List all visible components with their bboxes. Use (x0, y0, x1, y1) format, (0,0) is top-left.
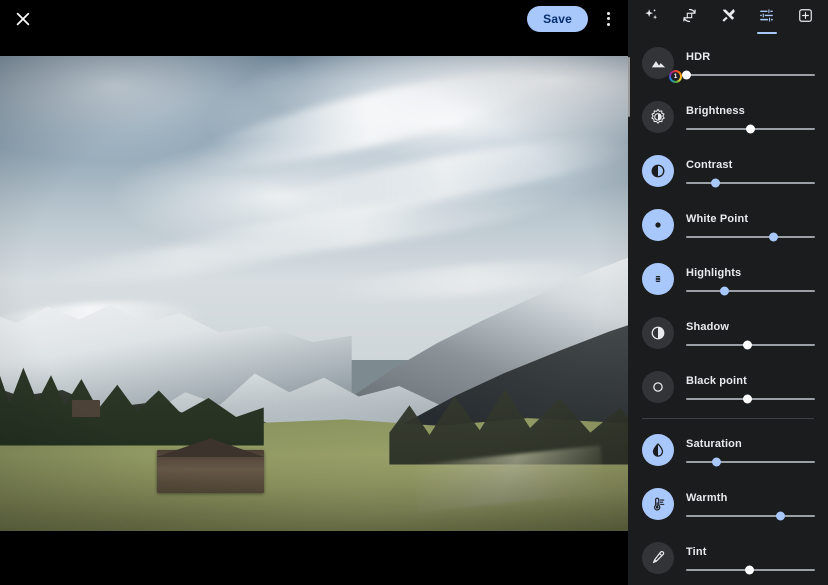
shadow-icon[interactable] (642, 317, 674, 349)
more-dot (607, 23, 610, 26)
adjust-row-tint[interactable]: Tint (628, 531, 828, 585)
slider-thumb-black-point[interactable] (743, 394, 752, 403)
slider-saturation[interactable] (686, 461, 815, 463)
slider-black-point[interactable] (686, 398, 815, 400)
slider-shadow[interactable] (686, 344, 815, 346)
slider-contrast[interactable] (686, 182, 815, 184)
slider-thumb-warmth[interactable] (776, 511, 785, 520)
slider-thumb-white-point[interactable] (769, 232, 778, 241)
adjust-label-contrast: Contrast (686, 159, 815, 171)
brightness-icon[interactable] (642, 101, 674, 133)
photo-foreground-shade (0, 455, 628, 531)
photo-editor-window: Save (0, 0, 828, 585)
more-dot (607, 12, 610, 15)
adjust-row-warmth[interactable]: Warmth (628, 477, 828, 531)
slider-tint[interactable] (686, 569, 815, 571)
adjust-label-black-point: Black point (686, 375, 815, 387)
adjust-row-hdr[interactable]: 1 HDR (628, 36, 828, 90)
adjust-row-saturation[interactable]: Saturation (628, 423, 828, 477)
adjust-row-black-point[interactable]: Black point (628, 360, 828, 414)
warmth-icon[interactable] (642, 488, 674, 520)
adjust-body-tint: Tint (686, 546, 828, 571)
adjust-label-warmth: Warmth (686, 492, 815, 504)
hdr-mountain-icon[interactable]: 1 (642, 47, 674, 79)
tab-crop[interactable] (675, 7, 705, 31)
slider-thumb-brightness[interactable] (746, 124, 755, 133)
adjust-body-hdr: HDR (686, 51, 828, 76)
slider-thumb-tint[interactable] (745, 565, 754, 574)
adjust-label-hdr: HDR (686, 51, 815, 63)
black-point-icon[interactable] (642, 371, 674, 403)
adjust-body-saturation: Saturation (686, 438, 828, 463)
photo-image (0, 56, 628, 531)
slider-thumb-highlights[interactable] (720, 286, 729, 295)
adjust-label-white-point: White Point (686, 213, 815, 225)
close-icon[interactable] (4, 0, 42, 37)
tab-adjust[interactable] (752, 7, 782, 31)
adjust-panel: 1 HDR (628, 0, 828, 585)
adjustment-list[interactable]: 1 HDR (628, 31, 828, 585)
contrast-icon[interactable] (642, 155, 674, 187)
slider-highlights[interactable] (686, 290, 815, 292)
adjust-row-brightness[interactable]: Brightness (628, 90, 828, 144)
adjust-body-highlights: Highlights (686, 267, 828, 292)
adjust-body-white-point: White Point (686, 213, 828, 238)
adjust-body-black-point: Black point (686, 375, 828, 400)
hdr-badge-count: 1 (671, 72, 681, 82)
tab-enhance[interactable] (636, 7, 666, 31)
editor-topbar: Save (0, 0, 628, 37)
editor-tabbar (628, 0, 828, 31)
adjust-body-shadow: Shadow (686, 321, 828, 346)
tab-tools[interactable] (713, 7, 743, 31)
adjust-row-contrast[interactable]: Contrast (628, 144, 828, 198)
slider-thumb-contrast[interactable] (711, 178, 720, 187)
white-point-icon[interactable] (642, 209, 674, 241)
photo-viewport: Save (0, 0, 628, 585)
adjust-row-shadow[interactable]: Shadow (628, 306, 828, 360)
adjust-row-white-point[interactable]: White Point (628, 198, 828, 252)
slider-thumb-saturation[interactable] (712, 457, 721, 466)
adjust-label-highlights: Highlights (686, 267, 815, 279)
adjust-label-shadow: Shadow (686, 321, 815, 333)
adjust-section-divider (642, 418, 814, 419)
adjust-body-brightness: Brightness (686, 105, 828, 130)
slider-white-point[interactable] (686, 236, 815, 238)
adjust-body-contrast: Contrast (686, 159, 828, 184)
adjust-label-tint: Tint (686, 546, 815, 558)
tint-icon[interactable] (642, 542, 674, 574)
adjust-label-brightness: Brightness (686, 105, 815, 117)
slider-thumb-hdr[interactable] (682, 70, 691, 79)
photo-hut (72, 400, 100, 417)
more-dot (607, 17, 610, 20)
adjust-label-saturation: Saturation (686, 438, 815, 450)
slider-thumb-shadow[interactable] (743, 340, 752, 349)
slider-hdr[interactable] (686, 74, 815, 76)
save-button[interactable]: Save (527, 6, 588, 32)
tab-markup[interactable] (790, 7, 820, 31)
slider-brightness[interactable] (686, 128, 815, 130)
highlights-icon[interactable] (642, 263, 674, 295)
adjust-row-highlights[interactable]: Highlights (628, 252, 828, 306)
slider-warmth[interactable] (686, 515, 815, 517)
hdr-auto-badge: 1 (669, 70, 682, 83)
saturation-icon[interactable] (642, 434, 674, 466)
adjust-body-warmth: Warmth (686, 492, 828, 517)
photo-canvas[interactable] (0, 56, 628, 531)
more-vertical-icon[interactable] (592, 2, 624, 36)
